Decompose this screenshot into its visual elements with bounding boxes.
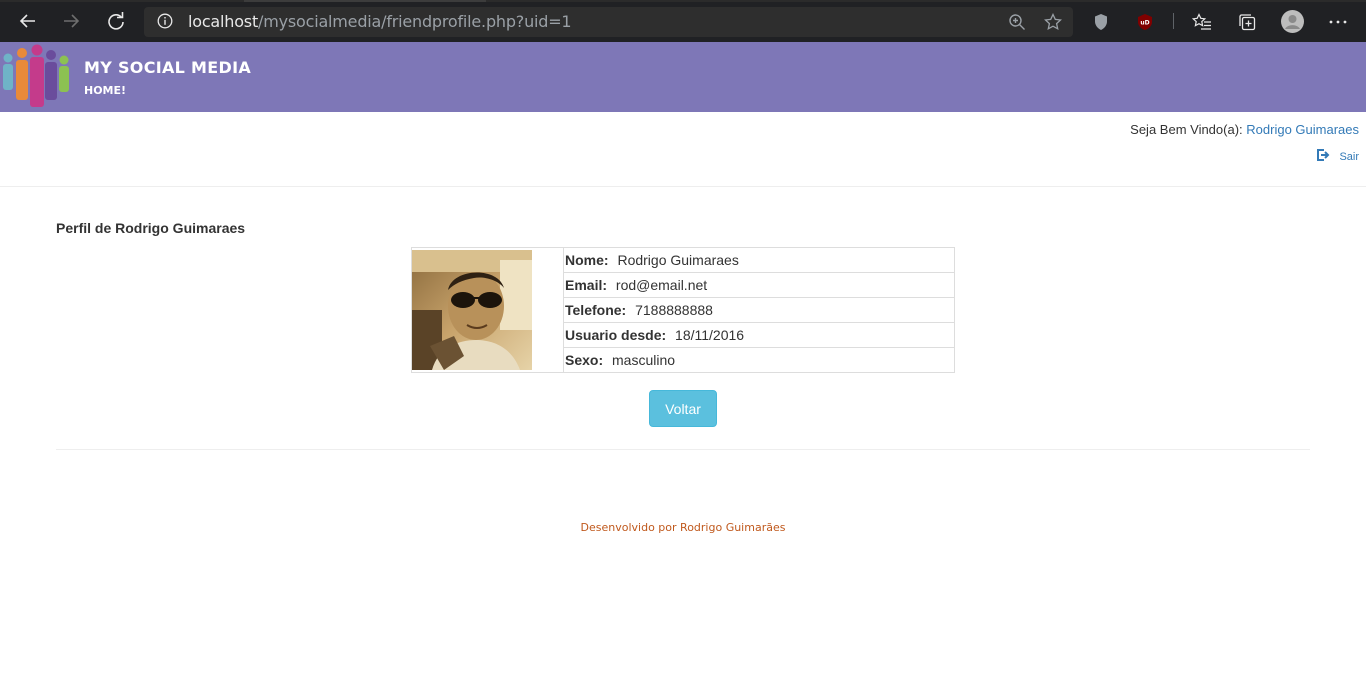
profile-photo [412, 250, 532, 370]
favorites-icon[interactable] [1192, 12, 1212, 32]
zoom-icon[interactable] [1007, 12, 1027, 32]
profile-fields: Nome: Rodrigo Guimaraes Email: rod@email… [564, 248, 954, 373]
field-label: Telefone: [565, 302, 627, 318]
logout-link[interactable]: Sair [1316, 149, 1359, 164]
photo-cell [412, 248, 564, 372]
field-label: Nome: [565, 252, 609, 268]
toolbar-divider [1173, 13, 1174, 29]
browser-toolbar: localhost/mysocialmedia/friendprofile.ph… [0, 0, 1366, 42]
welcome-label: Seja Bem Vindo(a): [1130, 122, 1243, 137]
field-value: rod@email.net [615, 277, 708, 293]
field-label: Email: [565, 277, 608, 293]
field-row: Telefone: 7188888888 [564, 298, 954, 323]
field-label: Sexo: [565, 352, 604, 368]
field-value: 7188888888 [635, 302, 713, 318]
active-tab-indicator [244, 0, 486, 2]
tab-strip [0, 0, 1366, 2]
logout-icon [1316, 149, 1330, 164]
back-button[interactable]: Voltar [649, 390, 717, 427]
user-name-link[interactable]: Rodrigo Guimaraes [1246, 122, 1359, 137]
ublock-extension-icon[interactable]: uD [1135, 12, 1155, 32]
favorite-star-icon[interactable] [1043, 12, 1063, 32]
site-header: MY SOCIAL MEDIA HOME! [0, 42, 1366, 112]
site-brand[interactable]: MY SOCIAL MEDIA [84, 58, 251, 77]
page-title: Perfil de Rodrigo Guimaraes [56, 220, 246, 236]
divider [56, 449, 1310, 450]
field-row: Sexo: masculino [564, 348, 954, 373]
field-value: Rodrigo Guimaraes [617, 252, 739, 268]
profile-table: Nome: Rodrigo Guimaraes Email: rod@email… [411, 247, 955, 373]
field-value: masculino [612, 352, 676, 368]
url-path: /mysocialmedia/friendprofile.php?uid=1 [258, 12, 572, 31]
url-text[interactable]: localhost/mysocialmedia/friendprofile.ph… [188, 12, 572, 31]
welcome-text: Seja Bem Vindo(a): Rodrigo Guimaraes [1130, 122, 1359, 137]
forward-arrow-icon[interactable] [58, 8, 84, 34]
footer-credit: Desenvolvido por Rodrigo Guimarães [580, 521, 786, 534]
home-link[interactable]: HOME! [84, 84, 126, 97]
site-logo[interactable] [0, 44, 72, 110]
logout-label: Sair [1339, 150, 1359, 163]
info-icon[interactable] [156, 12, 174, 30]
field-row: Nome: Rodrigo Guimaraes [564, 248, 954, 273]
more-icon[interactable] [1328, 12, 1348, 32]
refresh-icon[interactable] [103, 8, 129, 34]
divider [0, 186, 1366, 187]
shield-extension-icon[interactable] [1091, 12, 1111, 32]
svg-text:uD: uD [1140, 20, 1149, 27]
back-arrow-icon[interactable] [15, 8, 41, 34]
collections-icon[interactable] [1237, 12, 1257, 32]
profile-avatar-icon[interactable] [1280, 9, 1304, 33]
field-value: 18/11/2016 [675, 327, 745, 343]
field-row: Email: rod@email.net [564, 273, 954, 298]
url-host: localhost [188, 12, 259, 31]
field-row: Usuario desde: 18/11/2016 [564, 323, 954, 348]
field-label: Usuario desde: [565, 327, 667, 343]
